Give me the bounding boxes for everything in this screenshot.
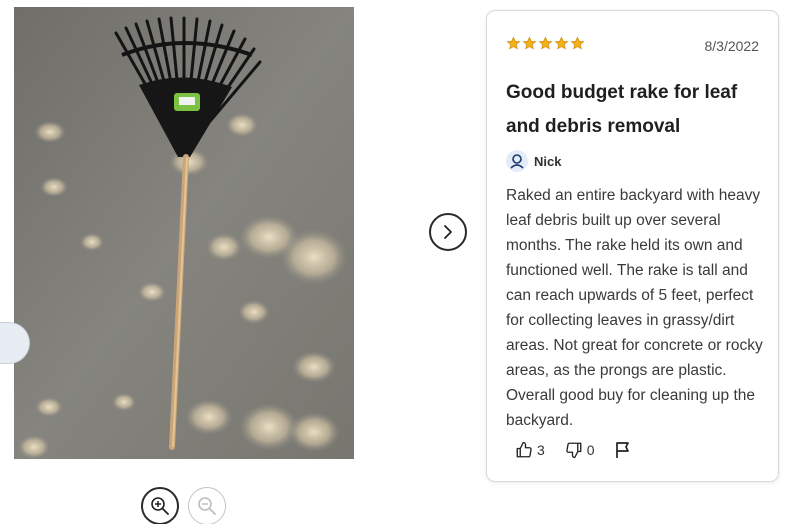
zoom-out-icon <box>198 497 216 515</box>
thumbs-up-icon <box>516 441 532 458</box>
helpful-button[interactable]: 3 <box>515 441 545 459</box>
not-helpful-count: 0 <box>586 442 595 458</box>
review-actions: 3 0 <box>515 441 651 459</box>
star-rating <box>506 36 585 51</box>
next-review-button[interactable] <box>429 213 467 251</box>
review-body: Raked an entire backyard with heavy leaf… <box>506 187 763 429</box>
star-icon <box>506 36 521 50</box>
star-icon <box>522 36 537 50</box>
star-icon <box>570 36 585 50</box>
avatar <box>506 150 528 172</box>
not-helpful-button[interactable]: 0 <box>565 441 595 459</box>
review-photo <box>14 7 354 459</box>
review-date: 8/3/2022 <box>704 38 760 54</box>
review-title: Good budget rake for leaf and debris rem… <box>506 82 738 137</box>
zoom-in-icon <box>151 497 169 515</box>
reviewer-name: Nick <box>534 153 562 169</box>
chevron-right-icon <box>444 225 452 239</box>
reviewer: Nick <box>506 150 561 172</box>
star-icon <box>554 36 569 50</box>
user-icon <box>510 154 524 169</box>
review-media-viewer: 8/3/2022 Good budget rake for leaf and d… <box>0 0 800 524</box>
zoom-out-button[interactable] <box>188 487 226 524</box>
star-icon <box>538 36 553 50</box>
review-card: 8/3/2022 Good budget rake for leaf and d… <box>486 10 779 482</box>
report-button[interactable] <box>615 441 631 459</box>
flag-icon <box>615 442 629 458</box>
zoom-in-button[interactable] <box>141 487 179 524</box>
thumbs-down-icon <box>566 442 582 459</box>
helpful-count: 3 <box>537 442 545 458</box>
